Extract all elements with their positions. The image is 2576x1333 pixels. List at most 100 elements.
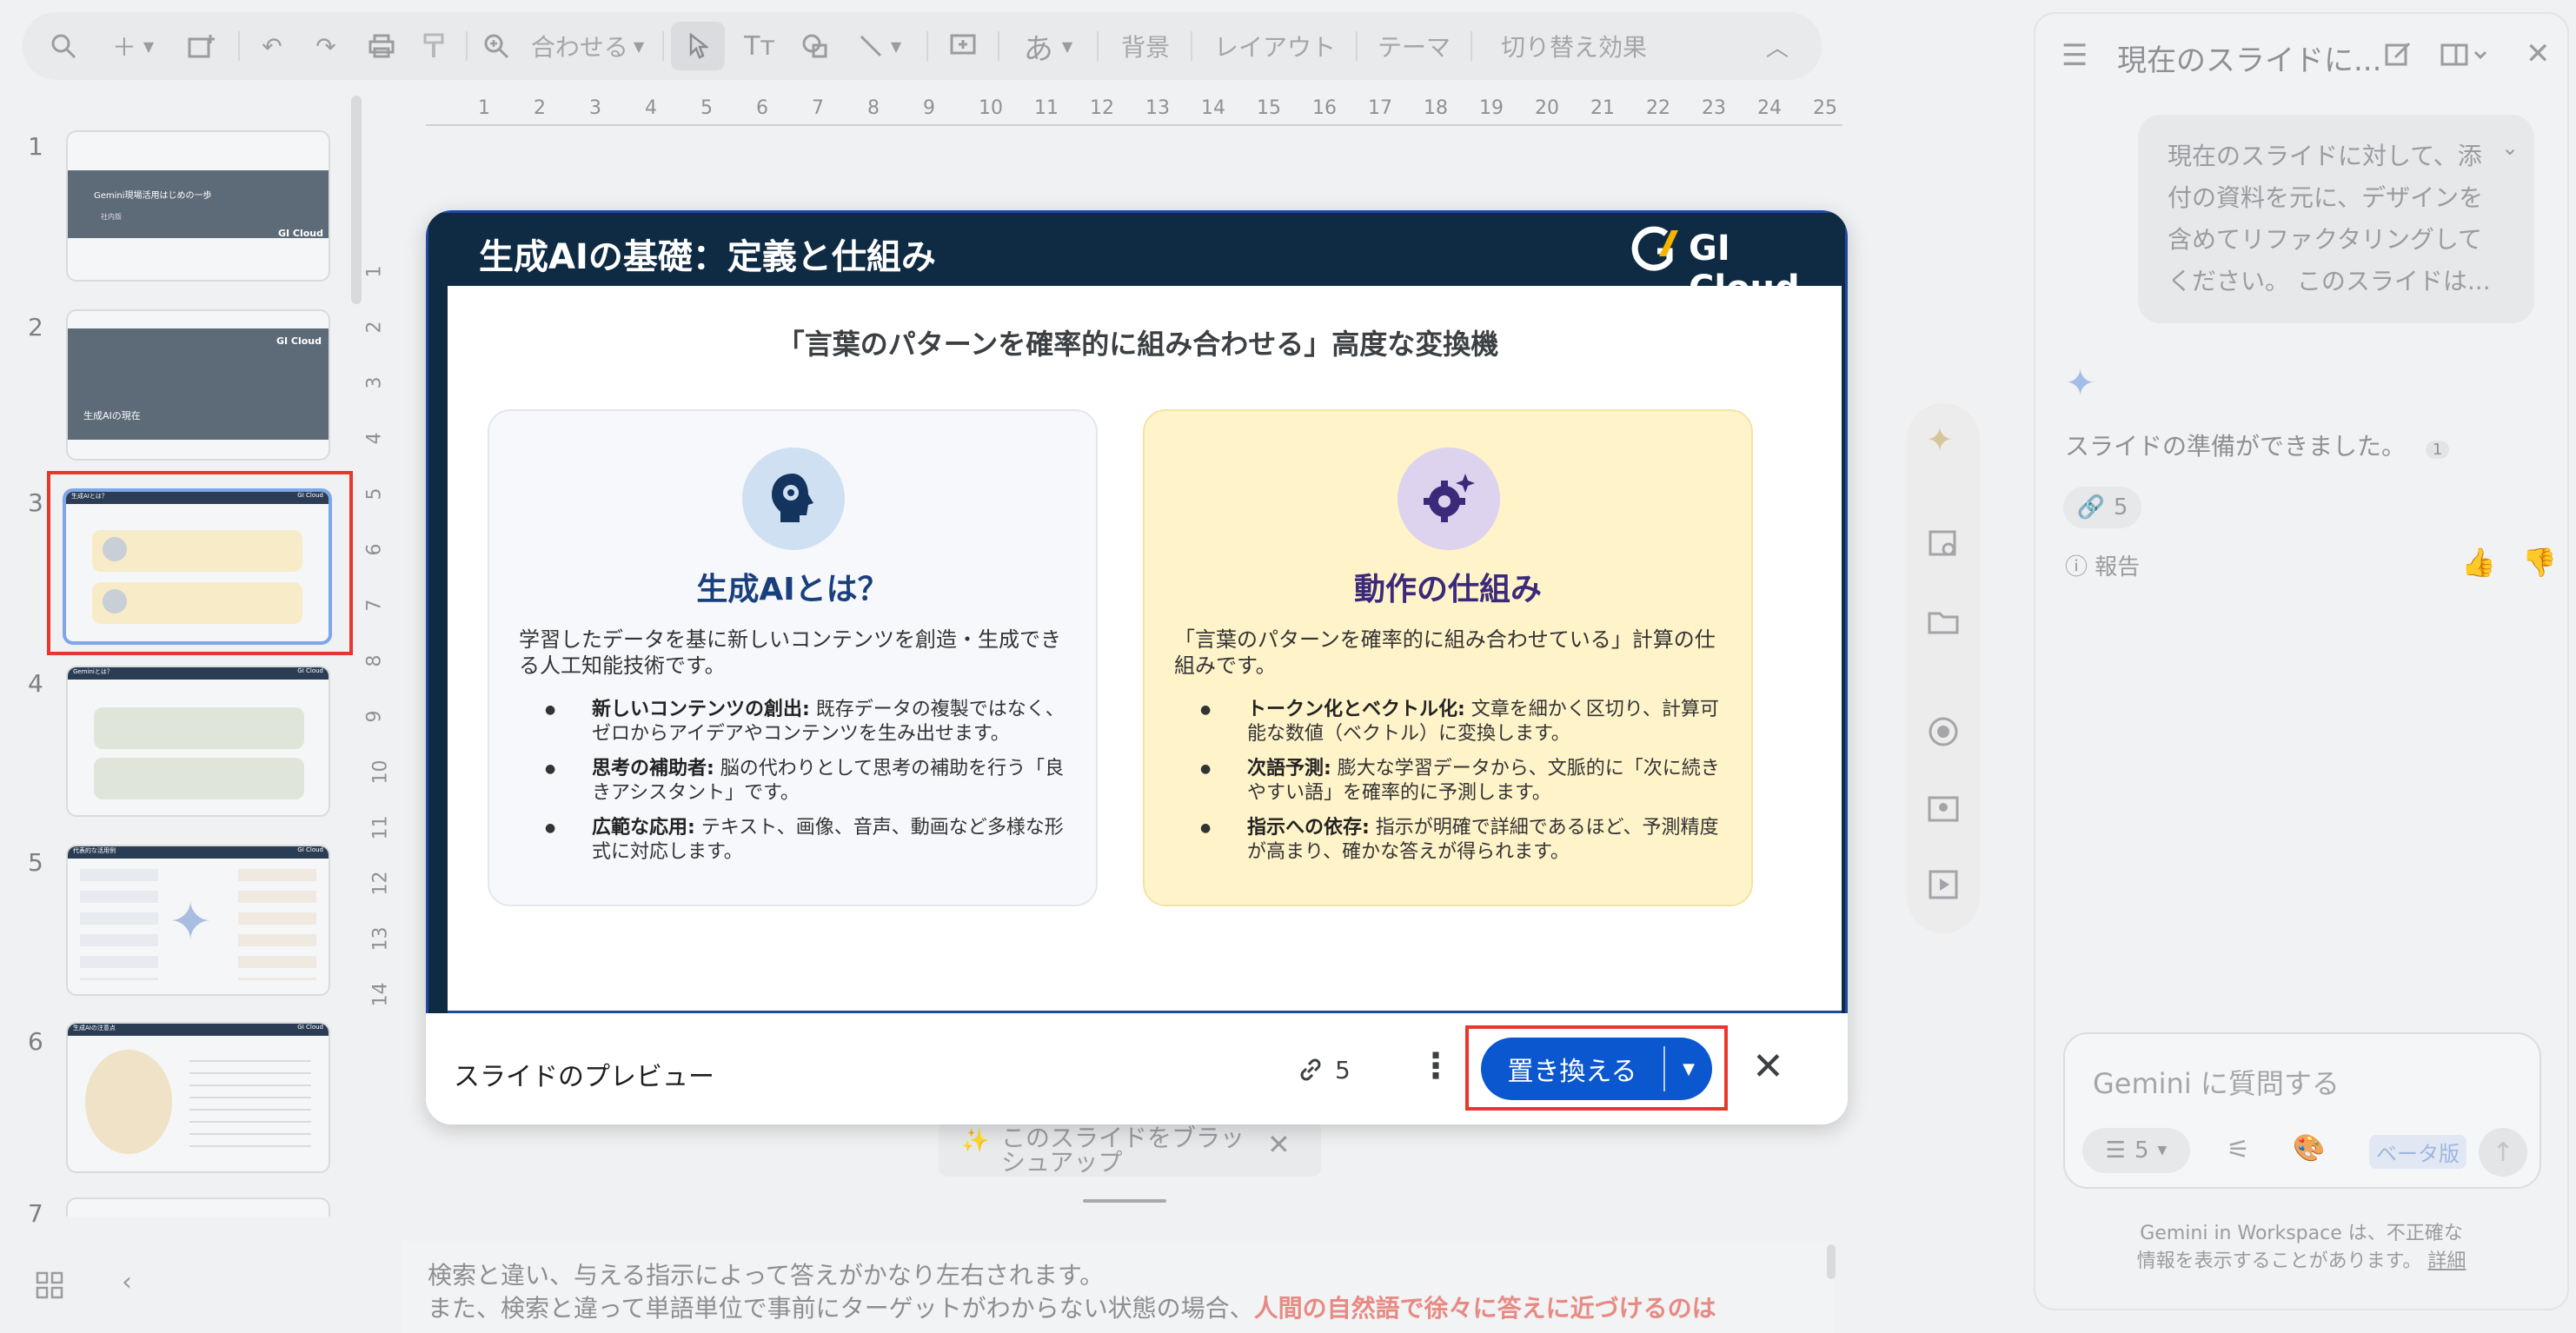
paint-format-icon[interactable] — [414, 12, 457, 80]
attachments-count: 5 — [2134, 1137, 2149, 1164]
select-tool-icon[interactable] — [671, 22, 725, 70]
disclaimer-line-2: 情報を表示することがあります。 詳細 — [2136, 1250, 2466, 1272]
redo-icon[interactable]: ↷ — [304, 12, 348, 80]
chevron-down-icon: ▼ — [2157, 1144, 2168, 1157]
sources-chip[interactable]: 🔗 5 — [2063, 487, 2141, 528]
text-style-dropdown[interactable]: あ ▼ — [1006, 12, 1090, 80]
undo-icon[interactable]: ↶ — [250, 12, 294, 80]
background-button[interactable]: 背景 — [1109, 12, 1182, 80]
panel-layout-icon[interactable] — [2440, 40, 2493, 73]
ruler-tick-label: 6 — [756, 97, 768, 119]
ruler-tick-label: 7 — [363, 599, 386, 612]
present-icon[interactable] — [1926, 867, 1961, 905]
collapse-filmstrip-icon[interactable]: ‹ — [122, 1267, 132, 1297]
comment-icon[interactable] — [939, 12, 987, 80]
thumbnail-title: 生成AIの注意点 — [73, 1025, 116, 1031]
zoom-dropdown[interactable]: 合わせる ▼ — [527, 12, 648, 80]
beta-badge: ベータ版 — [2369, 1135, 2466, 1169]
slide-thumbnail-5[interactable]: 代表的な活用例 GI Cloud ✦ — [66, 845, 330, 996]
collapse-toolbar-icon[interactable]: ︿ — [1756, 12, 1799, 80]
report-label: 報告 — [2095, 554, 2141, 580]
notes-line-2: また、検索と違って単語単位で事前にターゲットがわからない状態の場合、人間の自然語… — [428, 1290, 1716, 1324]
new-slide-layout-icon[interactable] — [179, 12, 222, 80]
more-options-icon[interactable]: ⋮ — [1418, 1046, 1453, 1086]
ruler-tick-label: 22 — [1646, 97, 1670, 119]
gemini-spark-icon[interactable]: ✦ — [1926, 421, 1954, 459]
speaker-notes[interactable]: 検索と違い、与える指示によって答えがかなり左右されます。 また、検索と違って単語… — [402, 1241, 1836, 1333]
user-message-text: 現在のスライドに対して、添付の資料を元に、デザインを含めてリファクタリングしてく… — [2168, 142, 2491, 295]
thumbs-up-icon[interactable]: 👍 — [2461, 546, 2496, 579]
edit-icon[interactable] — [2383, 40, 2413, 73]
prompt-input-placeholder[interactable]: Gemini に質問する — [2093, 1062, 2340, 1102]
replace-dropdown-icon[interactable]: ▼ — [1665, 1038, 1712, 1100]
text-box-icon[interactable]: Tт — [735, 12, 784, 80]
tools-icon[interactable]: ⚟ — [2227, 1135, 2250, 1165]
report-button[interactable]: ⓘ 報告 — [2065, 549, 2140, 581]
slide-thumbnail-4[interactable]: Geminiとは？ GI Cloud — [66, 666, 330, 817]
slide-thumbnail-3[interactable]: 生成AIとは？ GI Cloud — [63, 488, 332, 645]
layout-button[interactable]: レイアウト — [1201, 12, 1349, 80]
list-item: トークン化とベクトル化: 文章を細かく区切り、計算可能な数値（ベクトル）に変換し… — [1176, 698, 1720, 746]
list-item: 指示への依存: 指示が明確で詳細であるほど、予測精度が高まり、確かな答えが得られ… — [1176, 816, 1720, 865]
line-tool-icon[interactable]: ▼ — [845, 12, 914, 80]
card-bullets: 新しいコンテンツの創出: 既存データの複製ではなく、ゼロからアイデアやコンテンツ… — [521, 698, 1065, 875]
transition-button[interactable]: 切り替え効果 — [1483, 12, 1665, 80]
close-dialog-icon[interactable]: ✕ — [1752, 1045, 1784, 1089]
ruler-tick-label: 23 — [1702, 97, 1726, 119]
ruler-baseline — [426, 124, 1842, 126]
brushup-suggestion-chip[interactable]: ✨ このスライドをブラッ シュアップ ✕ — [939, 1121, 1321, 1177]
thumbnail-logo: GI Cloud — [277, 228, 323, 239]
ruler-tick-label: 18 — [1424, 97, 1448, 119]
slide-subtitle: 「言葉のパターンを確率的に組み合わせる」高度な変換機 — [776, 328, 1499, 361]
grid-view-icon[interactable] — [35, 1270, 64, 1300]
link-icon — [1300, 1058, 1321, 1081]
attachments-chip[interactable]: ☰ 5 ▼ — [2082, 1128, 2190, 1173]
panel-title: 現在のスライドに... — [2117, 43, 2382, 78]
close-icon[interactable]: ✕ — [1267, 1128, 1291, 1161]
slide-thumbnail-2[interactable]: GI Cloud 生成AIの現在 — [66, 309, 330, 461]
notes-highlight-text: 人間の自然語で徐々に答えに近づけるのは — [1253, 1294, 1716, 1323]
notes-scrollbar[interactable] — [1827, 1244, 1836, 1279]
slide-thumbnail-6[interactable]: 生成AIの注意点 GI Cloud — [66, 1022, 330, 1173]
preview-label: スライドのプレビュー — [454, 1062, 714, 1092]
image-search-icon[interactable] — [1926, 527, 1961, 565]
menu-icon[interactable]: ☰ — [2061, 38, 2088, 73]
folder-icon[interactable] — [1926, 605, 1961, 643]
notes-line-1: 検索と違い、与える指示によって答えがかなり左右されます。 — [428, 1261, 1105, 1290]
details-link[interactable]: 詳細 — [2427, 1250, 2466, 1272]
thumbnail-number: 3 — [28, 488, 43, 517]
sources-button[interactable]: 5 — [1295, 1048, 1351, 1091]
ruler-tick-label: 1 — [363, 265, 386, 278]
replace-split-button: 置き換える ▼ — [1481, 1038, 1712, 1100]
citation-chip[interactable]: 1 — [2425, 441, 2450, 459]
ruler-tick-label: 11 — [1034, 97, 1059, 119]
filmstrip-scrollbar[interactable] — [351, 96, 362, 304]
toolbar: ＋ ▼ ↶ ↷ 合わせる ▼ Tт ▼ あ ▼ 背景 レイアウト テーマ 切り替え効果… — [23, 12, 1822, 80]
search-menus-icon[interactable] — [42, 12, 85, 80]
ruler-tick-label: 15 — [1257, 97, 1281, 119]
notes-resize-handle[interactable] — [1083, 1199, 1166, 1203]
thumbnail-title: 生成AIとは？ — [71, 493, 108, 500]
palette-icon[interactable]: 🎨 — [2293, 1133, 2325, 1164]
thumbs-down-icon[interactable]: 👎 — [2522, 546, 2557, 579]
ruler-tick-label: 8 — [363, 654, 386, 667]
slide-thumbnail-7[interactable] — [66, 1197, 330, 1217]
prompt-box[interactable]: Gemini に質問する ☰ 5 ▼ ⚟ 🎨 ベータ版 ↑ — [2063, 1032, 2541, 1189]
send-button[interactable]: ↑ — [2479, 1128, 2527, 1177]
shape-icon[interactable] — [791, 12, 840, 80]
print-icon[interactable] — [360, 12, 403, 80]
camera-icon[interactable] — [1926, 791, 1961, 829]
ai-mascot-image — [85, 1050, 172, 1154]
slide-thumbnail-1[interactable]: Gemini現場活用はじめの一歩 社内版 GI Cloud — [66, 130, 330, 282]
gemini-sparkle-icon: ✦ — [2065, 361, 2096, 404]
thumbnail-title: 生成AIの現在 — [83, 410, 141, 421]
ruler-tick-label: 24 — [1757, 97, 1782, 119]
new-slide-icon[interactable]: ＋ ▼ — [103, 12, 163, 80]
record-icon[interactable] — [1926, 714, 1961, 753]
expand-chevron-icon[interactable]: ⌄ — [2501, 136, 2519, 160]
theme-button[interactable]: テーマ — [1366, 12, 1462, 80]
replace-button[interactable]: 置き換える — [1481, 1038, 1663, 1100]
ruler-tick-label: 10 — [369, 759, 392, 785]
close-panel-icon[interactable]: ✕ — [2526, 36, 2551, 71]
zoom-icon[interactable] — [475, 12, 518, 80]
